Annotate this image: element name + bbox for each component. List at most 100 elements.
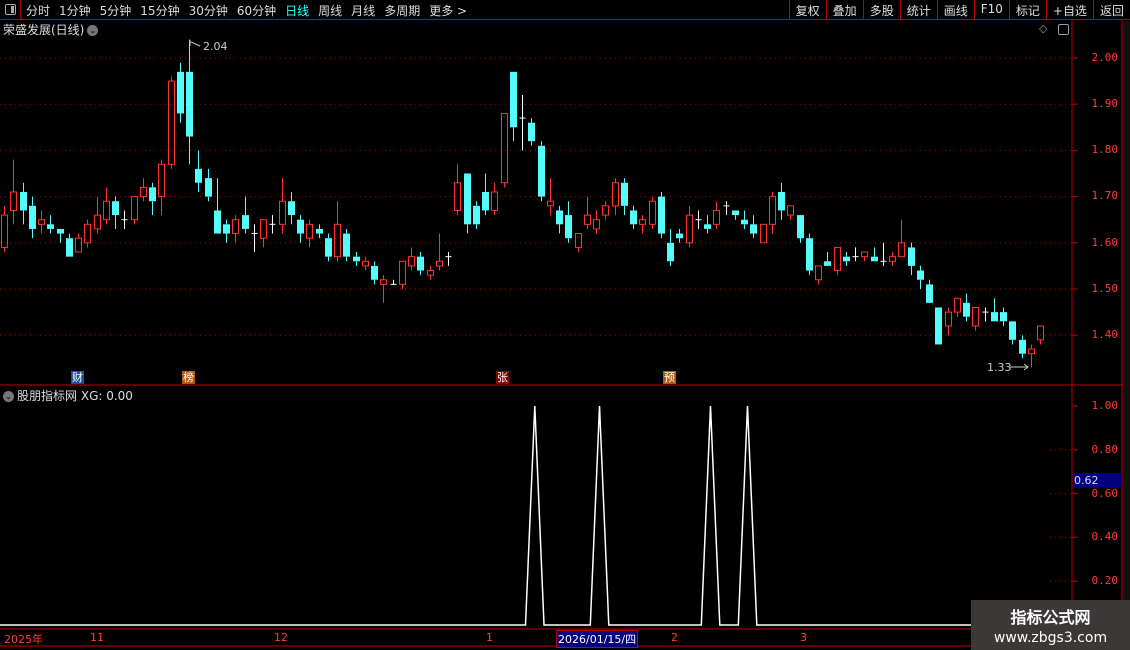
candle-body — [223, 224, 230, 234]
candle — [713, 201, 720, 229]
candle — [760, 223, 767, 244]
candle — [454, 164, 461, 216]
candle-body — [963, 302, 970, 317]
candle-body — [149, 187, 156, 202]
candle — [1, 205, 8, 253]
chevron-down-icon[interactable]: ⌄ — [3, 391, 14, 402]
candle — [621, 178, 628, 216]
candle-body — [889, 256, 896, 262]
diamond-icon[interactable]: ◇ — [1039, 22, 1047, 35]
marker-limit-up[interactable]: 张 — [496, 371, 509, 384]
candle-body — [417, 256, 424, 271]
candle — [288, 191, 295, 225]
candle-body — [473, 205, 480, 225]
candle-body — [713, 209, 720, 225]
candle — [362, 256, 369, 271]
candle — [871, 247, 878, 262]
candle-body — [871, 256, 878, 262]
candle-body — [279, 200, 286, 225]
candle-body — [824, 261, 831, 266]
candle — [528, 118, 535, 146]
candle — [741, 210, 748, 229]
candle — [547, 178, 554, 216]
indicator-tick: 0.40 — [1091, 530, 1119, 543]
candle — [852, 247, 859, 262]
candle — [38, 210, 45, 234]
candle-body — [353, 256, 360, 262]
indicator-value: XG: 0.00 — [80, 389, 133, 403]
candle — [353, 252, 360, 266]
candle-body — [140, 186, 147, 198]
chart-frame — [0, 20, 1130, 647]
candle-body — [917, 270, 924, 280]
candle-body — [75, 237, 82, 253]
candle-body — [195, 168, 202, 183]
candle — [297, 215, 304, 243]
candle — [149, 182, 156, 216]
marker-forecast[interactable]: 预 — [663, 371, 676, 384]
candle — [325, 233, 332, 262]
candle — [695, 210, 702, 229]
marker-finance[interactable]: 财 — [71, 371, 84, 384]
candle — [565, 201, 572, 243]
indicator-tick: 0.20 — [1091, 574, 1119, 587]
candle-body — [843, 256, 850, 262]
candle-body — [436, 260, 443, 267]
time-label: 3 — [800, 631, 807, 644]
candle — [806, 233, 813, 276]
candle-body — [214, 210, 221, 234]
candle-body — [935, 307, 942, 345]
price-tick: 1.90 — [1091, 97, 1119, 110]
candle-body — [510, 71, 517, 128]
candle-body — [926, 284, 933, 303]
candle-body — [991, 312, 998, 322]
marker-rank[interactable]: 榜 — [182, 371, 195, 384]
candle-body — [501, 112, 508, 184]
chevron-down-icon[interactable]: ⌄ — [87, 25, 99, 36]
candle — [417, 252, 424, 276]
candle-body — [741, 219, 748, 225]
candle-body — [630, 210, 637, 225]
candle-body — [399, 260, 406, 285]
high-label: 2.04 — [203, 40, 228, 53]
candle — [20, 182, 27, 225]
panel-toggle-icon[interactable] — [1058, 24, 1069, 35]
candle — [1000, 307, 1007, 326]
crosshair-value: 0.62 — [1073, 473, 1122, 488]
candle — [84, 219, 91, 248]
candle-body — [131, 196, 138, 221]
candle — [945, 307, 952, 336]
candle-body — [380, 279, 387, 285]
candle — [316, 224, 323, 239]
candle-body — [686, 214, 693, 244]
candle — [408, 247, 415, 271]
price-tick: 1.60 — [1091, 236, 1119, 249]
kline-chart[interactable]: 2.04 1.33 — [0, 0, 1130, 650]
time-label: 12 — [274, 631, 288, 644]
watermark-url: www.zbgs3.com — [993, 630, 1108, 646]
time-label: 1 — [486, 631, 493, 644]
candle-body — [649, 200, 656, 225]
candle — [1019, 335, 1026, 359]
xg-indicator — [0, 405, 1072, 626]
price-tick: 1.80 — [1091, 143, 1119, 156]
candle-body — [29, 205, 36, 229]
candle — [991, 298, 998, 322]
candle — [519, 94, 526, 151]
indicator-tick: 1.00 — [1091, 399, 1119, 412]
candle-body — [556, 210, 563, 225]
candle-body — [186, 71, 193, 137]
candle-body — [861, 251, 868, 258]
candle-body — [1019, 339, 1026, 354]
time-label: 2025年 — [4, 633, 43, 646]
candle-body — [84, 223, 91, 244]
candle — [491, 182, 498, 216]
candle — [963, 293, 970, 322]
candle — [168, 76, 175, 169]
candle-body — [10, 191, 17, 211]
candle — [649, 196, 656, 229]
candle — [676, 228, 683, 243]
candle-body — [297, 219, 304, 234]
candle — [834, 246, 841, 276]
candle — [815, 265, 822, 285]
